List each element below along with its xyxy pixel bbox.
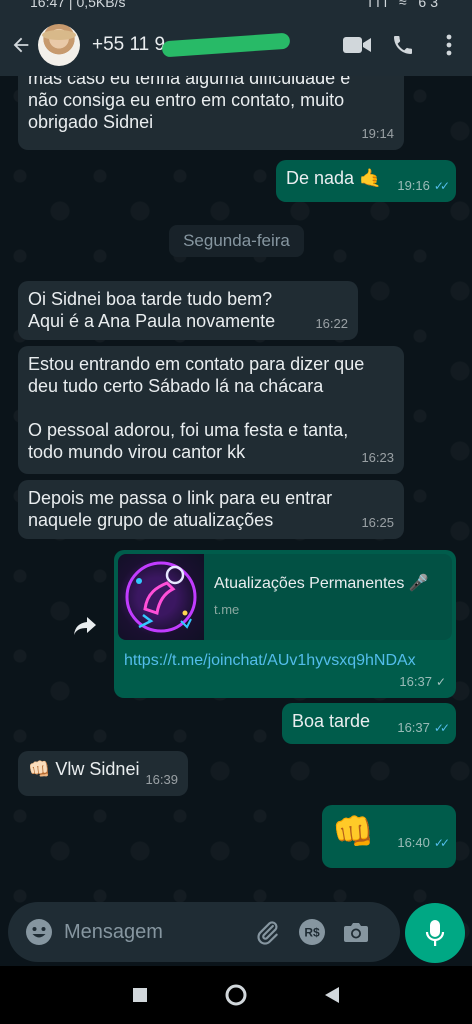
home-icon <box>225 984 247 1006</box>
voice-call-button[interactable] <box>380 22 426 68</box>
home-button[interactable] <box>188 966 284 1024</box>
read-receipt-icon: ✓✓ <box>433 836 450 850</box>
message-input[interactable] <box>64 920 244 944</box>
message-text: mas caso eu tenha alguma dificuldade e n… <box>28 76 351 132</box>
message-text: Depois me passa o link para eu entrar na… <box>28 488 333 530</box>
message-bubble[interactable]: Oi Sidnei boa tarde tudo bem? Aqui é a A… <box>18 281 358 340</box>
payment-icon: R$ <box>299 919 325 945</box>
phone-icon <box>394 36 412 54</box>
message-input-container: R$ <box>8 902 400 962</box>
forward-icon <box>74 617 96 635</box>
camera-icon <box>344 923 368 942</box>
message-time: 16:40 <box>397 835 430 850</box>
back-arrow-icon <box>13 37 29 53</box>
message-time: 16:25 <box>361 515 394 530</box>
status-time: 16:47 | 0,5KB/s <box>30 0 126 10</box>
message-bubble[interactable]: 👊🏻 Vlw Sidnei 16:39 <box>18 751 188 796</box>
message-time: 16:39 <box>145 772 178 787</box>
forward-button[interactable] <box>70 613 100 639</box>
status-icons: ııl ≈ 63 <box>368 0 442 10</box>
avatar[interactable] <box>38 24 80 66</box>
message-time: 16:37 <box>399 674 432 689</box>
message-text: Oi Sidnei boa tarde tudo bem? Aqui é a A… <box>28 289 276 331</box>
message-text: Estou entrando em contato para dizer que… <box>28 354 365 462</box>
camera-button[interactable] <box>336 912 376 952</box>
message-time: 16:23 <box>361 450 394 465</box>
voice-message-button[interactable] <box>405 903 465 963</box>
message-time: 19:16 <box>397 178 430 193</box>
message-meta: 16:40 ✓✓ <box>397 823 450 863</box>
more-vert-icon <box>446 34 452 56</box>
message-time: 19:14 <box>361 126 394 141</box>
redaction-scribble <box>161 32 291 58</box>
attach-button[interactable] <box>248 912 288 952</box>
message-time: 16:37 <box>397 720 430 735</box>
back-nav-button[interactable] <box>284 966 380 1024</box>
read-receipt-icon: ✓✓ <box>433 721 450 735</box>
paperclip-icon <box>257 921 278 945</box>
message-time: 16:22 <box>315 316 348 331</box>
message-bubble[interactable]: Estou entrando em contato para dizer que… <box>18 346 404 474</box>
link-title: Atualizações Permanentes 🎤 <box>214 575 429 592</box>
link-info: Atualizações Permanentes 🎤 t.me <box>204 573 429 621</box>
chat-area[interactable]: mas caso eu tenha alguma dificuldade e n… <box>0 76 472 966</box>
date-separator: Segunda-feira <box>169 225 304 257</box>
karaoke-neon-icon <box>125 561 197 633</box>
message-bubble[interactable]: mas caso eu tenha alguma dificuldade e n… <box>18 76 404 150</box>
menu-button[interactable] <box>426 22 472 68</box>
emoji-icon <box>26 919 52 945</box>
status-bar: 16:47 | 0,5KB/s ııl ≈ 63 <box>0 0 472 14</box>
video-call-icon <box>343 37 371 53</box>
contact-name[interactable]: +55 11 9 <box>92 32 291 58</box>
message-bubble[interactable]: 👊 16:40 ✓✓ <box>322 805 456 868</box>
read-receipt-icon: ✓✓ <box>433 179 450 193</box>
contact-name-text: +55 11 9 <box>92 34 166 55</box>
message-meta: 19:16 ✓✓ <box>397 175 450 197</box>
recents-icon <box>133 988 147 1002</box>
message-meta: 16:37 ✓✓ <box>397 717 450 739</box>
link-domain: t.me <box>214 602 240 617</box>
message-meta: 16:37 ✓ <box>399 671 446 693</box>
video-call-button[interactable] <box>334 22 380 68</box>
link-thumbnail <box>118 554 204 640</box>
recents-button[interactable] <box>92 966 188 1024</box>
sent-tick-icon: ✓ <box>435 675 446 689</box>
payment-button[interactable]: R$ <box>292 912 332 952</box>
svg-text:R$: R$ <box>304 926 320 940</box>
header-actions <box>334 14 472 76</box>
chat-header: +55 11 9 <box>0 14 472 76</box>
message-bubble[interactable]: Boa tarde 16:37 ✓✓ <box>282 703 456 744</box>
back-button[interactable] <box>6 25 36 65</box>
system-nav-bar <box>0 966 472 1024</box>
message-bubble[interactable]: De nada 🤙 19:16 ✓✓ <box>276 160 456 202</box>
link-url[interactable]: https://t.me/joinchat/AUv1hyvsxq9hNDAx <box>124 650 416 672</box>
link-message-bubble[interactable]: Atualizações Permanentes 🎤 t.me https://… <box>114 550 456 698</box>
microphone-icon <box>425 920 445 946</box>
message-bubble[interactable]: Depois me passa o link para eu entrar na… <box>18 480 404 539</box>
emoji-button[interactable] <box>22 915 56 949</box>
link-preview[interactable]: Atualizações Permanentes 🎤 t.me <box>118 554 452 640</box>
compose-bar: R$ <box>0 900 472 966</box>
back-triangle-icon <box>325 987 339 1003</box>
